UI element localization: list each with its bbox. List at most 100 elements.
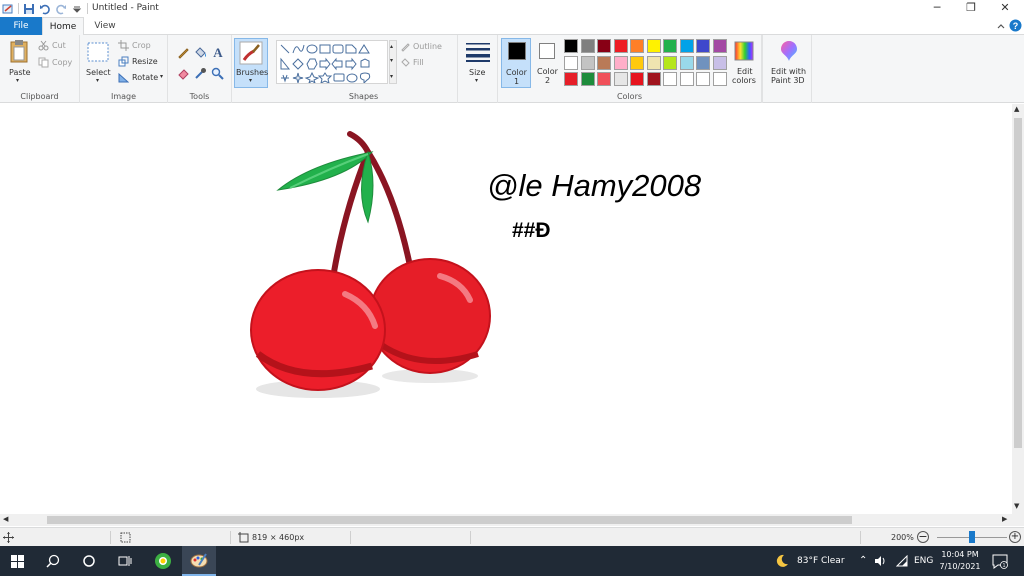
clock[interactable]: 10:04 PM 7/10/2021 [936, 549, 984, 573]
customize-qat-icon[interactable] [71, 3, 83, 15]
palette-swatch[interactable] [613, 55, 628, 70]
palette-swatch[interactable] [712, 55, 727, 70]
magnifier-icon[interactable] [211, 67, 224, 80]
palette-swatch[interactable] [564, 39, 578, 53]
cortana-button[interactable] [72, 546, 106, 576]
palette-swatch[interactable] [712, 72, 727, 86]
start-button[interactable] [0, 546, 34, 576]
paste-button[interactable]: Paste ▾ [4, 37, 34, 85]
scroll-left-icon[interactable]: ◀ [3, 515, 8, 523]
eraser-icon[interactable] [177, 67, 190, 80]
palette-swatch[interactable] [663, 55, 677, 70]
browser-app-icon [155, 553, 171, 569]
palette-swatch[interactable] [564, 72, 578, 86]
color2-button[interactable]: Color 2 [534, 38, 562, 88]
minimize-button[interactable]: ─ [922, 0, 952, 17]
maximize-button[interactable]: ❐ [956, 0, 986, 17]
tab-file[interactable]: File [0, 17, 42, 35]
color1-button[interactable]: Color 1 [501, 38, 531, 88]
drawing-canvas[interactable]: @le Hamy2008 ##Ð [0, 104, 1012, 514]
text-tool-icon[interactable]: A [211, 45, 225, 59]
palette-swatch[interactable] [580, 39, 595, 53]
palette-swatch[interactable] [630, 55, 644, 70]
copy-label: Copy [52, 58, 73, 67]
taskbar-app-browser[interactable] [146, 546, 180, 576]
palette-swatch[interactable] [663, 72, 677, 86]
cherry-stem-right [365, 149, 413, 269]
palette-swatch[interactable] [646, 39, 661, 53]
status-divider [230, 531, 231, 544]
size-group: Size ▾ [458, 35, 498, 103]
scroll-down-icon[interactable]: ▼ [1014, 502, 1019, 510]
palette-swatch[interactable] [696, 39, 710, 53]
palette-swatch[interactable] [564, 55, 578, 70]
palette-swatch[interactable] [646, 72, 661, 86]
color2-number: 2 [545, 76, 551, 85]
tab-home[interactable]: Home [42, 17, 84, 36]
canvas-area[interactable]: @le Hamy2008 ##Ð [0, 104, 1012, 514]
taskbar-app-paint[interactable] [182, 546, 216, 576]
palette-swatch[interactable] [580, 72, 595, 86]
scroll-up-icon[interactable]: ▲ [1014, 105, 1019, 113]
palette-swatch[interactable] [696, 55, 710, 70]
crop-icon [118, 40, 129, 51]
search-button[interactable] [36, 546, 70, 576]
vertical-scrollbar[interactable]: ▲ ▼ [1012, 104, 1024, 514]
palette-swatch[interactable] [597, 72, 611, 86]
color1-swatch [508, 42, 526, 60]
redo-icon[interactable] [55, 3, 67, 15]
weather-moon-icon[interactable] [775, 554, 789, 568]
color1-label: Color [506, 68, 527, 77]
tab-view[interactable]: View [86, 17, 124, 35]
size-button[interactable]: Size ▾ [462, 39, 494, 87]
palette-swatch[interactable] [696, 72, 710, 86]
windows-taskbar: 83°F Clear ⌃ ENG 10:04 PM 7/10/2021 1 [0, 546, 1024, 576]
weather-text[interactable]: 83°F Clear [797, 546, 845, 576]
notifications-icon[interactable]: 1 [992, 553, 1008, 569]
edit-colors-button[interactable]: Edit colors [730, 38, 758, 88]
vertical-scroll-thumb[interactable] [1014, 118, 1022, 448]
palette-swatch[interactable] [663, 39, 677, 53]
palette-swatch[interactable] [580, 55, 595, 70]
palette-swatch[interactable] [646, 55, 661, 70]
palette-swatch[interactable] [630, 39, 644, 53]
palette-swatch[interactable] [630, 72, 644, 86]
window-title: Untitled - Paint [92, 3, 159, 13]
palette-swatch[interactable] [712, 39, 727, 53]
volume-icon[interactable] [874, 555, 887, 567]
color-picker-icon[interactable] [194, 67, 207, 80]
shapes-more-icon: ▾ [390, 73, 394, 80]
network-icon[interactable] [896, 555, 909, 567]
undo-icon[interactable] [39, 3, 51, 15]
collapse-ribbon-icon[interactable] [996, 21, 1006, 31]
close-button[interactable]: ✕ [990, 0, 1020, 17]
clipboard-group: Paste ▾ Cut Copy Clipboard [0, 35, 80, 103]
task-view-icon [118, 556, 132, 566]
palette-swatch[interactable] [597, 55, 611, 70]
zoom-slider-thumb[interactable] [969, 531, 975, 543]
horizontal-scrollbar[interactable]: ◀ ▶ [0, 514, 1024, 526]
brushes-button[interactable]: Brushes ▾ [234, 38, 268, 88]
tools-group-label: Tools [189, 92, 210, 101]
palette-swatch[interactable] [597, 39, 611, 53]
input-language[interactable]: ENG [914, 546, 933, 576]
palette-swatch[interactable] [613, 39, 628, 53]
shapes-gallery-scroll[interactable]: ▴ ▾ ▾ [389, 40, 397, 84]
horizontal-scroll-thumb[interactable] [47, 516, 852, 524]
show-hidden-icons-button[interactable]: ⌃ [859, 546, 867, 576]
select-button[interactable]: Select ▾ [84, 39, 112, 85]
palette-swatch[interactable] [679, 72, 694, 86]
palette-swatch[interactable] [679, 55, 694, 70]
task-view-button[interactable] [108, 546, 142, 576]
scroll-right-icon[interactable]: ▶ [1002, 515, 1007, 523]
save-icon[interactable] [23, 3, 35, 15]
fill-bucket-icon[interactable] [194, 46, 207, 59]
zoom-in-button[interactable]: + [1009, 531, 1021, 543]
shapes-gallery[interactable] [276, 40, 388, 84]
zoom-out-button[interactable]: − [917, 531, 929, 543]
edit-with-paint3d-button[interactable]: Edit with Paint 3D [767, 38, 809, 88]
palette-swatch[interactable] [679, 39, 694, 53]
palette-swatch[interactable] [613, 72, 628, 86]
help-icon[interactable]: ? [1009, 19, 1022, 32]
pencil-icon[interactable] [177, 46, 190, 59]
